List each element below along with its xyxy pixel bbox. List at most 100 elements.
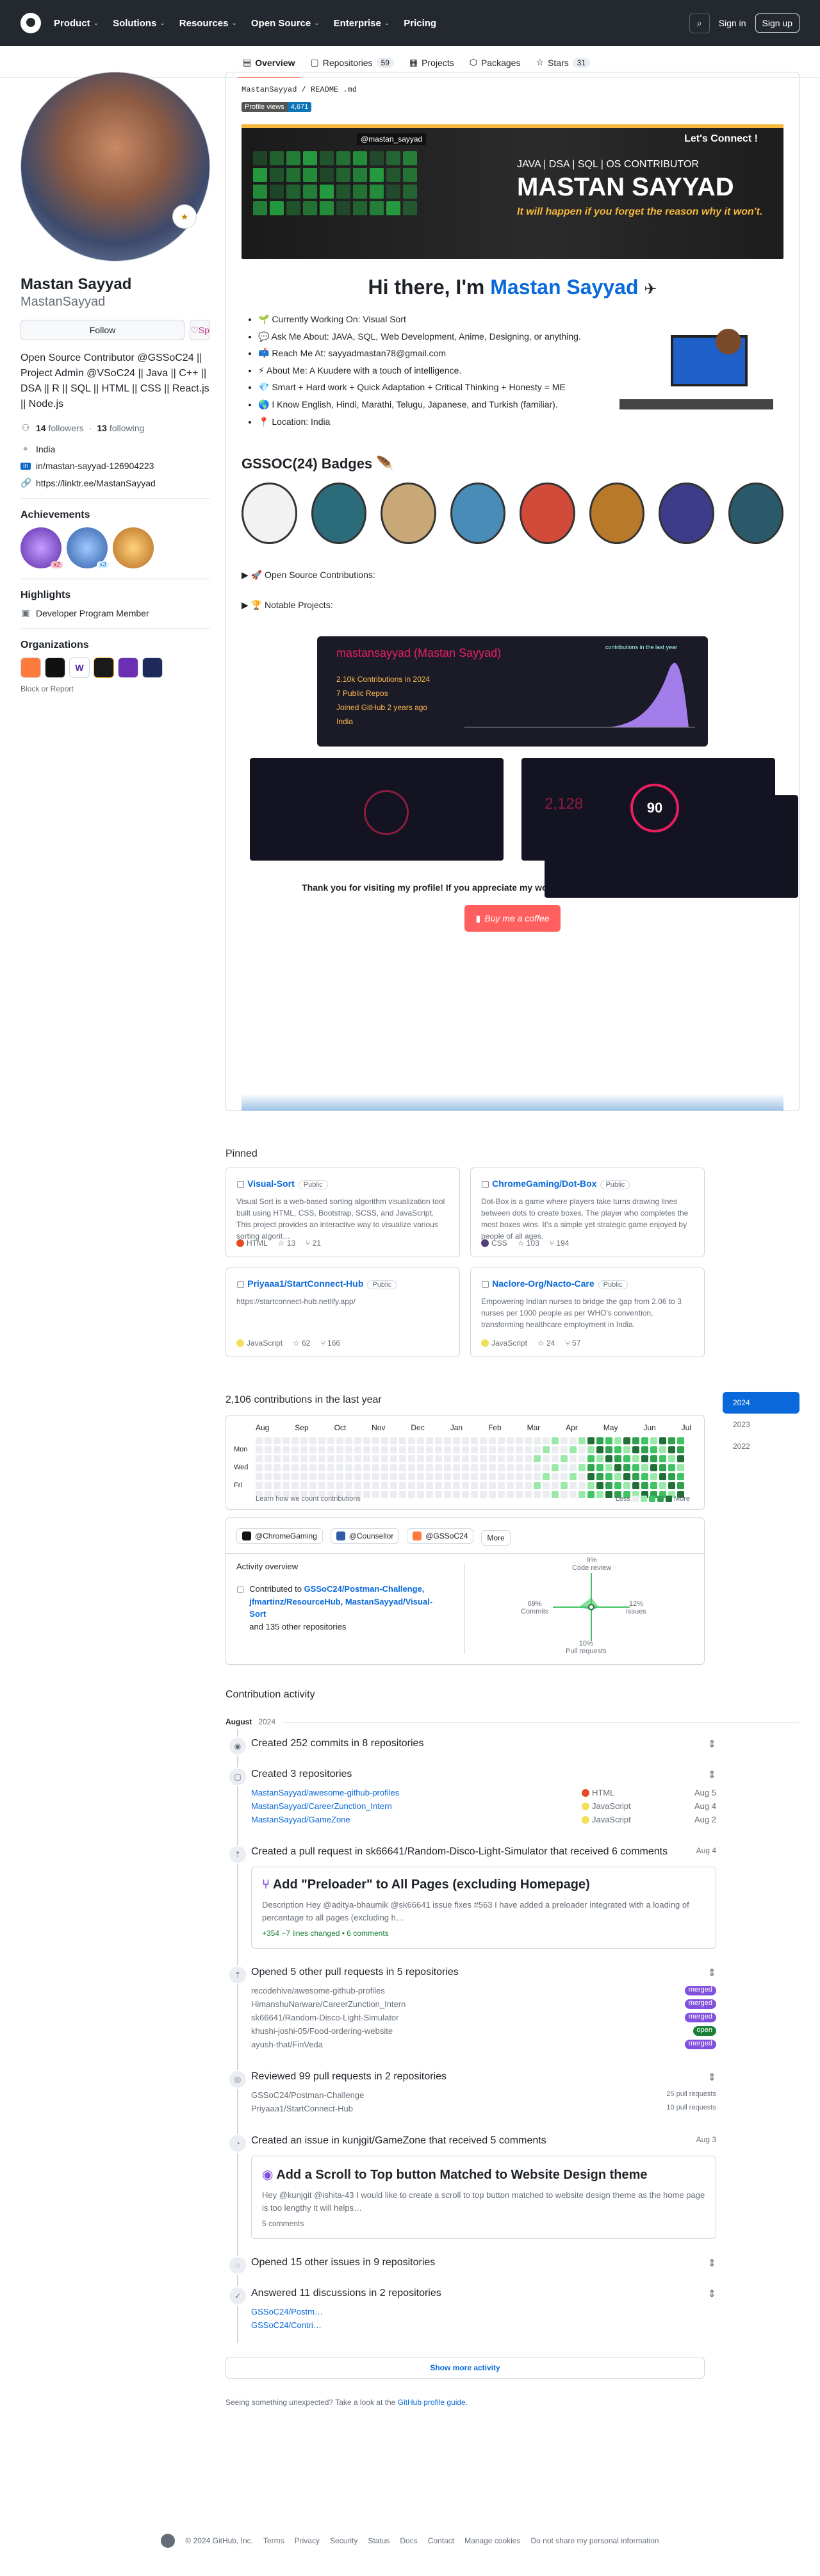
org-avatar-2[interactable] — [45, 657, 65, 678]
sign-up-button[interactable]: Sign up — [755, 13, 800, 33]
footer-contact[interactable]: Contact — [428, 2536, 454, 2545]
pinned-repo-card[interactable]: ▢ ChromeGaming/Dot-Box Public Dot-Box is … — [470, 1168, 705, 1257]
nav-resources[interactable]: Resources ⌄ — [179, 18, 237, 29]
location: ⌖ India — [20, 443, 210, 454]
issue-opened-icon: ◌ — [228, 2256, 247, 2275]
org-filter-gssoc24[interactable]: @GSSoC24 — [407, 1528, 474, 1544]
footer-do-not-share[interactable]: Do not share my personal information — [530, 2536, 659, 2545]
nav-solutions[interactable]: Solutions ⌄ — [113, 18, 165, 29]
details-projects[interactable]: ▶ 🏆 Notable Projects: — [242, 600, 783, 611]
chevron-down-icon: ⌄ — [93, 19, 99, 27]
block-or-report-link[interactable]: Block or Report — [20, 684, 210, 693]
sponsor-button[interactable]: ♡ Sp — [190, 320, 210, 340]
footer-manage-cookies[interactable]: Manage cookies — [464, 2536, 520, 2545]
year-2024[interactable]: 2024 — [723, 1392, 800, 1414]
footer-status[interactable]: Status — [368, 2536, 390, 2545]
pull-request-card[interactable]: ⑂ Add "Preloader" to All Pages (excludin… — [251, 1867, 716, 1949]
location-icon: ⌖ — [23, 443, 28, 454]
avatar[interactable]: ★ — [20, 72, 210, 261]
buy-me-coffee-button[interactable]: ▮ Buy me a coffee — [464, 905, 561, 932]
people-icon: ⚇ — [21, 422, 30, 433]
followers-link[interactable]: 14 followers — [36, 423, 84, 433]
footer-security[interactable]: Security — [330, 2536, 357, 2545]
org-avatar-1[interactable] — [20, 657, 41, 678]
org-filter-counsellor[interactable]: @Counsellor — [330, 1528, 400, 1544]
readme-greeting: Hi there, I'm Mastan Sayyad ✈ — [368, 276, 657, 299]
fact-item: 🌱 Currently Working On: Visual Sort — [258, 311, 783, 328]
pr-row[interactable]: khushi-joshi-05/Food-ordering-website ope… — [251, 2026, 716, 2036]
calendar-legend: Less More — [615, 1495, 690, 1503]
nav-open-source[interactable]: Open Source ⌄ — [251, 18, 320, 29]
pinned-repo-link[interactable]: Naclore-Org/Nacto-Care — [492, 1278, 594, 1289]
org-avatar-4[interactable] — [94, 657, 114, 678]
overview-commits: 69% Commits — [521, 1600, 549, 1615]
pinned-repo-link[interactable]: Priyaaa1/StartConnect-Hub — [247, 1278, 363, 1289]
discussion-row[interactable]: GSSoC24/Postm… — [251, 2307, 716, 2316]
pr-row[interactable]: ayush-that/FinVeda merged — [251, 2040, 716, 2049]
repo-icon: ▢ — [310, 57, 319, 67]
banner-name: MASTAN SAYYAD — [517, 173, 734, 201]
github-logo-icon[interactable] — [20, 13, 41, 33]
year-2023[interactable]: 2023 — [723, 1414, 800, 1435]
details-open-source[interactable]: ▶ 🚀 Open Source Contributions: — [242, 570, 783, 581]
more-orgs-button[interactable]: More — [481, 1530, 511, 1546]
show-more-activity-button[interactable]: Show more activity — [226, 2357, 705, 2379]
learn-link[interactable]: Learn how we count contributions — [256, 1495, 361, 1503]
profile-guide-link[interactable]: GitHub profile guide — [398, 2398, 466, 2407]
achievements-section: Achievements x2 x3 — [20, 499, 210, 568]
linkedin[interactable]: in in/mastan-sayyad-126904223 — [20, 461, 210, 471]
github-mark-icon[interactable] — [161, 2534, 176, 2548]
footer-docs[interactable]: Docs — [400, 2536, 417, 2545]
pinned-repo-card[interactable]: ▢ Naclore-Org/Nacto-Care Public Empowerin… — [470, 1267, 705, 1357]
nav-pricing[interactable]: Pricing — [404, 18, 436, 29]
pr-row[interactable]: recodehive/awesome-github-profiles merged — [251, 1986, 716, 1995]
activity-timeline: ◉ Created 252 commits in 8 repositories ⇕… — [228, 1729, 716, 2343]
achievements-title: Achievements — [20, 509, 90, 520]
achievement-pair-extraordinaire[interactable]: x3 — [67, 527, 109, 568]
website-link[interactable]: 🔗 https://linktr.ee/MastanSayyad — [20, 477, 210, 488]
chevron-down-icon: ⌄ — [384, 19, 390, 27]
collapse-icon[interactable]: ⇕ — [708, 1967, 716, 1979]
opened-prs-event: ⇡ Opened 5 other pull requests in 5 repo… — [228, 1958, 716, 2062]
chevron-down-icon: ⌄ — [314, 19, 320, 27]
org-filter-chromegaming[interactable]: @ChromeGaming — [236, 1528, 323, 1544]
follow-button[interactable]: Follow — [20, 320, 184, 340]
expand-icon[interactable]: ⇕ — [708, 1738, 716, 1751]
pr-row[interactable]: sk66641/Random-Disco-Light-Simulator merg… — [251, 2013, 716, 2022]
sign-in-link[interactable]: Sign in — [719, 18, 746, 28]
banner-skill-grid — [253, 151, 417, 215]
pr-row[interactable]: HimanshuNarware/CareerZunction_Intern mer… — [251, 1999, 716, 2009]
profile-login: MastanSayyad — [20, 295, 106, 309]
commit-icon: ◉ — [228, 1737, 247, 1756]
pinned-repo-link[interactable]: Visual-Sort — [247, 1178, 295, 1189]
nav-product[interactable]: Product ⌄ — [54, 18, 99, 29]
collapse-icon[interactable]: ⇕ — [708, 1769, 716, 1781]
org-avatar-3[interactable]: W — [69, 657, 90, 678]
review-row[interactable]: GSSoC24/Postman-Challenge 25 pull request… — [251, 2090, 716, 2100]
nav-enterprise[interactable]: Enterprise ⌄ — [334, 18, 390, 29]
achievement-pull-shark[interactable]: x2 — [20, 527, 63, 568]
following-link[interactable]: 13 following — [97, 423, 144, 433]
coffee-cup-icon: ▮ — [475, 912, 481, 923]
year-2022[interactable]: 2022 — [723, 1435, 800, 1457]
pinned-repo-card[interactable]: ▢ Visual-Sort Public Visual Sort is a web… — [226, 1168, 460, 1257]
footer-terms[interactable]: Terms — [263, 2536, 284, 2545]
discussion-row[interactable]: GSSoC24/Contri… — [251, 2320, 716, 2330]
org-avatar-5[interactable] — [118, 657, 138, 678]
collapse-icon[interactable]: ⇕ — [708, 2071, 716, 2084]
search-button[interactable]: ⌕ — [689, 13, 710, 33]
review-row[interactable]: Priyaaa1/StartConnect-Hub 10 pull request… — [251, 2104, 716, 2113]
collapse-icon[interactable]: ⇕ — [708, 2288, 716, 2300]
status-emoji-icon[interactable]: ★ — [172, 204, 197, 229]
achievement-yolo[interactable] — [113, 527, 154, 568]
readme-path[interactable]: MastanSayyad / README .md — [242, 85, 783, 94]
issue-card[interactable]: ◉ Add a Scroll to Top button Matched to … — [251, 2156, 716, 2239]
expand-icon[interactable]: ⇕ — [708, 2257, 716, 2270]
git-pull-request-icon: ⇡ — [228, 1965, 247, 1985]
org-avatar-6[interactable] — [142, 657, 163, 678]
pinned-repo-card[interactable]: ▢ Priyaaa1/StartConnect-Hub Public https:… — [226, 1267, 460, 1357]
badge-4 — [450, 483, 505, 545]
footer-privacy[interactable]: Privacy — [295, 2536, 320, 2545]
linkedin-icon: in — [20, 462, 31, 470]
pinned-repo-link[interactable]: ChromeGaming/Dot-Box — [492, 1178, 596, 1189]
